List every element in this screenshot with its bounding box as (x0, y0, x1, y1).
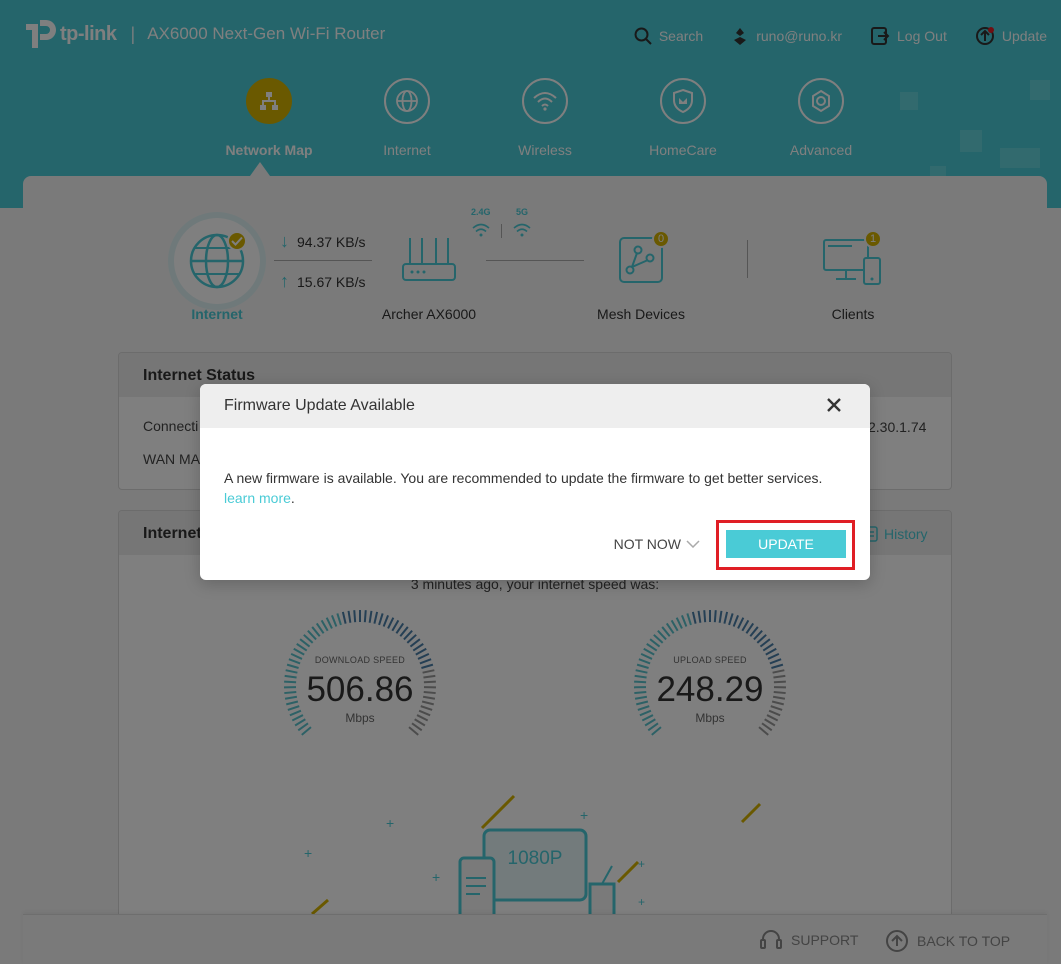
learn-more-link[interactable]: learn more (224, 490, 291, 506)
chevron-down-icon (686, 540, 700, 548)
not-now-button[interactable]: NOT NOW (614, 536, 700, 552)
dialog-title: Firmware Update Available (224, 397, 415, 414)
update-button-highlight (716, 520, 855, 570)
dialog-message: A new firmware is available. You are rec… (224, 470, 823, 486)
learn-more-suffix: . (290, 490, 295, 506)
dialog-body: A new firmware is available. You are rec… (200, 428, 870, 508)
not-now-label: NOT NOW (613, 536, 681, 552)
close-icon[interactable] (824, 395, 844, 415)
dialog-header: Firmware Update Available (200, 384, 870, 428)
